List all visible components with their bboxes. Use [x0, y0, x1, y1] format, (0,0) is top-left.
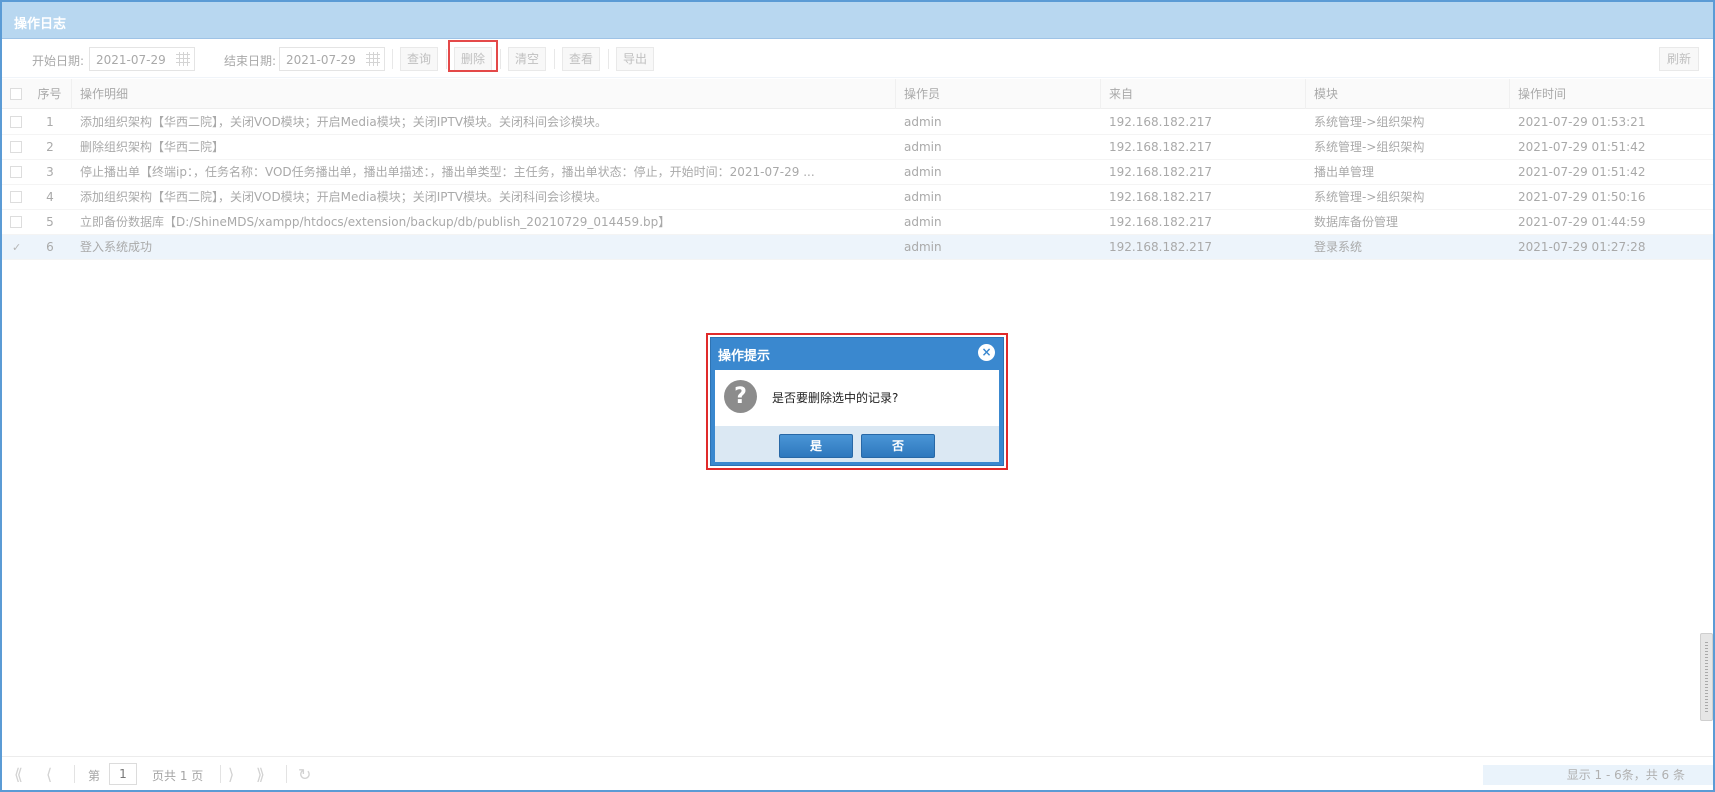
pager-divider: [286, 765, 287, 783]
confirm-yes-button[interactable]: 是: [779, 434, 853, 458]
dialog-title: 操作提示: [718, 349, 771, 364]
pager-info: 显示 1 - 6条，共 6 条: [1483, 765, 1713, 785]
pager: ⟪ ⟨ 第 1 页共 1 页 ⟩ ⟫ ↻ 显示 1 - 6条，共 6 条: [2, 756, 1713, 790]
panel-title: 操作日志: [14, 17, 67, 32]
close-icon[interactable]: ×: [978, 344, 995, 361]
confirm-no-button[interactable]: 否: [861, 434, 935, 458]
confirm-dialog: 操作提示 × ? 是否要删除选中的记录? 是 否: [710, 337, 1004, 466]
reload-icon[interactable]: ↻: [298, 765, 311, 784]
next-page-icon[interactable]: ⟩: [228, 765, 234, 784]
page-total: 页共 1 页: [152, 769, 204, 783]
dialog-message: 是否要删除选中的记录?: [772, 391, 899, 405]
page-number-input[interactable]: 1: [109, 763, 137, 785]
scrollbar-handle[interactable]: [1700, 633, 1713, 721]
panel-header: 操作日志: [2, 2, 1713, 39]
last-page-icon[interactable]: ⟫: [256, 765, 265, 784]
dialog-footer: 是 否: [715, 426, 999, 462]
question-icon: ?: [724, 380, 757, 413]
first-page-icon[interactable]: ⟪: [14, 765, 23, 784]
page-prefix: 第: [88, 769, 101, 783]
dialog-body: ? 是否要删除选中的记录?: [715, 370, 999, 426]
pager-divider: [220, 765, 221, 783]
pager-divider: [74, 765, 75, 783]
prev-page-icon[interactable]: ⟨: [46, 765, 52, 784]
